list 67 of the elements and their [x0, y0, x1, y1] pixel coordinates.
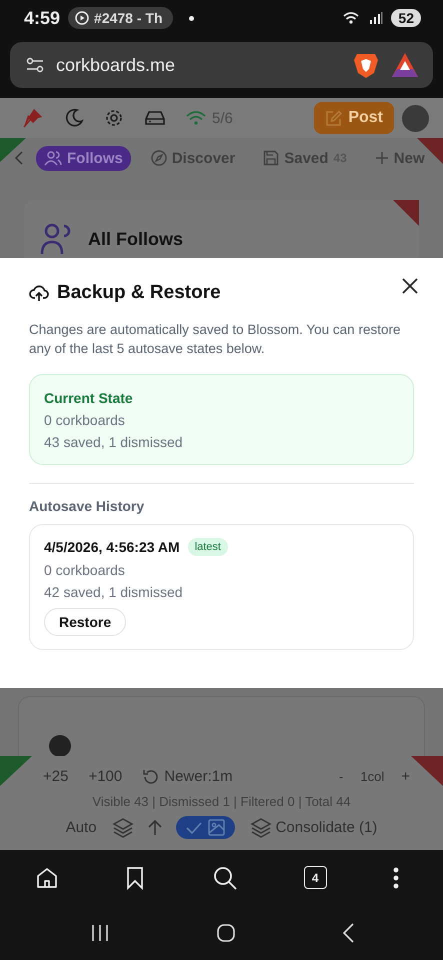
battery-level: 52	[391, 9, 421, 27]
close-icon[interactable]	[400, 276, 420, 296]
load-more-button[interactable]: +100	[85, 766, 126, 787]
signal-icon	[369, 11, 384, 25]
auto-button[interactable]: Auto	[62, 817, 100, 838]
item-counts: 43 saved, 1 dismissed	[44, 434, 184, 450]
search-icon[interactable]	[212, 864, 238, 890]
triangle-logo-icon[interactable]	[391, 52, 419, 78]
clock-time: 4:59	[24, 8, 60, 28]
address-bar[interactable]: corkboards.me	[10, 42, 433, 88]
feed-title: All Follows	[88, 228, 184, 250]
image-icon	[208, 819, 225, 836]
corner-triangle	[411, 756, 443, 786]
media-pill[interactable]: #2478 - Th	[68, 7, 173, 29]
increase-columns-button[interactable]: +	[398, 766, 413, 787]
avatar	[49, 735, 71, 757]
media-title: #2478 - Th	[94, 10, 163, 26]
lion-shield-icon[interactable]	[353, 51, 379, 79]
dialog-title: Backup & Restore	[57, 282, 221, 304]
arrow-up-icon[interactable]	[146, 818, 164, 836]
corner-triangle	[0, 756, 32, 786]
board-count: 0 corkboards	[44, 562, 125, 578]
recent-apps-icon[interactable]	[90, 922, 110, 942]
compass-icon	[150, 150, 167, 166]
layers-icon[interactable]	[112, 816, 134, 838]
site-settings-icon[interactable]	[26, 56, 44, 74]
moon-icon[interactable]	[64, 108, 84, 128]
notification-dot	[188, 16, 194, 20]
image-filter-toggle[interactable]	[176, 816, 235, 839]
cloud-upload-icon	[29, 284, 49, 302]
people-icon	[44, 150, 62, 166]
home-button-icon[interactable]	[216, 922, 236, 942]
chevron-left-icon[interactable]	[14, 150, 24, 166]
board-count: 0 corkboards	[44, 412, 126, 428]
wifi-icon	[343, 11, 362, 25]
post-button[interactable]: Post	[314, 102, 394, 134]
dialog-description: Changes are automatically saved to Blossom. You can restore any of the last 5 autosave states below.	[29, 321, 402, 358]
column-count: 1col	[360, 769, 384, 784]
tab[interactable]: Follows	[36, 146, 131, 170]
layers-icon	[250, 816, 272, 838]
hard-drive-icon[interactable]	[144, 109, 166, 127]
latest-tag: latest	[188, 538, 228, 556]
tab-count-button[interactable]: 4	[304, 866, 327, 889]
card-heading: Current State	[44, 390, 134, 406]
wifi-icon	[186, 110, 206, 126]
corner-triangle	[393, 200, 419, 226]
play-icon	[75, 11, 90, 25]
plus-icon	[374, 151, 389, 165]
item-counts: 42 saved, 1 dismissed	[44, 584, 183, 600]
section-heading: Autosave History	[29, 498, 146, 514]
feed-stats: Visible 43 | Dismissed 1 | Filtered 0 | Total 44	[91, 794, 352, 808]
pencil-square-icon	[325, 110, 342, 126]
consolidate-button[interactable]: Consolidate (1)	[246, 814, 380, 840]
newer-button[interactable]: Newer:1m	[139, 766, 236, 788]
home-icon[interactable]	[35, 866, 59, 890]
load-more-button[interactable]: +25	[40, 766, 72, 787]
settings-icon[interactable]	[104, 108, 124, 128]
rotate-ccw-icon	[142, 768, 160, 786]
avatar[interactable]	[402, 104, 429, 132]
more-vertical-icon[interactable]	[393, 866, 399, 888]
back-icon[interactable]	[341, 922, 355, 944]
autosave-timestamp: 4/5/2026, 4:56:23 AM	[44, 539, 180, 555]
check-icon	[186, 820, 202, 834]
url-text: corkboards.me	[56, 54, 176, 76]
restore-button[interactable]: Restore	[44, 608, 126, 636]
bookmark-icon[interactable]	[125, 866, 146, 890]
decrease-columns-button[interactable]: -	[336, 767, 346, 786]
